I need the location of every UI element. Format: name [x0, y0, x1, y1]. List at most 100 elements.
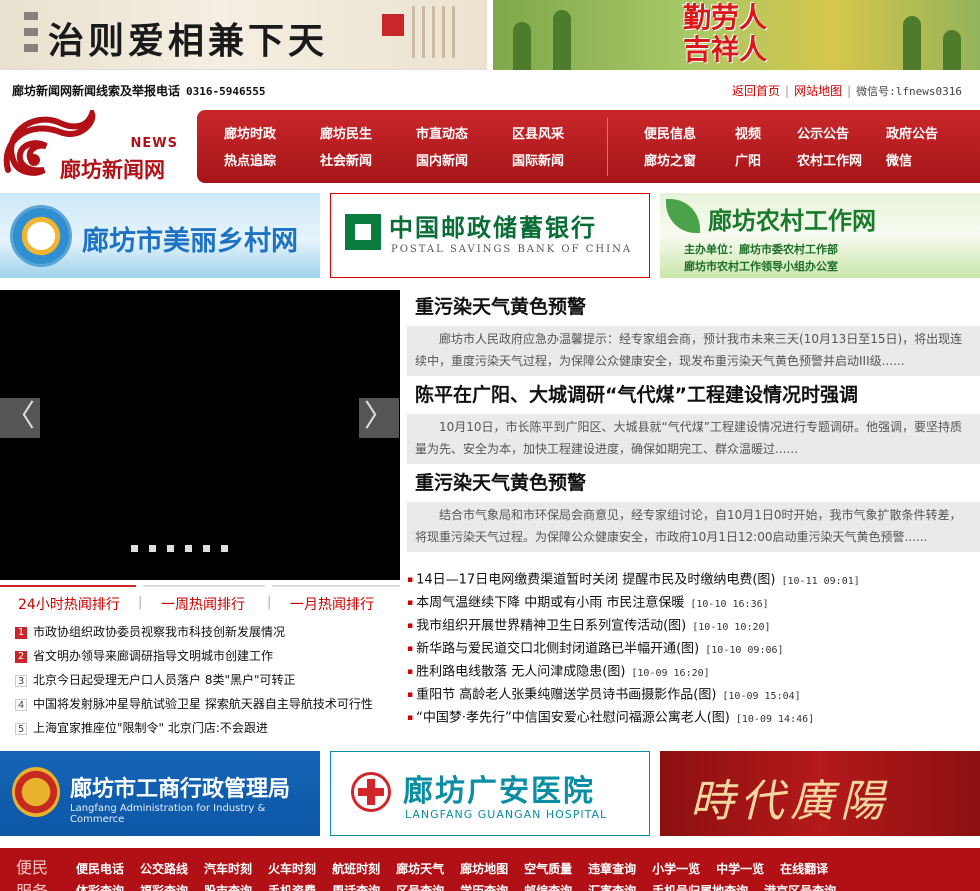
- service-link[interactable]: 学历查询: [460, 882, 508, 891]
- image-slider[interactable]: 〈 〉: [0, 290, 400, 580]
- headline-article: 重污染天气黄色预警 结合市气象局和市环保局会商意见，经专家组讨论，自10月1日0…: [407, 466, 980, 552]
- service-link[interactable]: 小学一览: [652, 860, 700, 877]
- news-item[interactable]: 我市组织开展世界精神卫生日系列宣传活动(图)[10-10 10:20]: [407, 616, 980, 639]
- news-item[interactable]: 新华路与爱民道交口北侧封闭道路已半幅开通(图)[10-10 09:06]: [407, 639, 980, 662]
- service-link[interactable]: 汽车时刻: [204, 860, 252, 877]
- aic-title: 廊坊市工商行政管理局: [70, 777, 291, 802]
- tree-illustration: [513, 22, 531, 70]
- service-link[interactable]: 中学一览: [716, 860, 764, 877]
- service-link[interactable]: 廊坊天气: [396, 860, 444, 877]
- tree-illustration: [943, 30, 961, 70]
- rank-text[interactable]: 中国将发射脉冲星导航试验卫星 探索航天器自主导航技术可行性: [33, 697, 373, 711]
- service-link[interactable]: 廊坊地图: [460, 860, 508, 877]
- headline-title[interactable]: 重污染天气黄色预警: [407, 290, 980, 326]
- nav-item[interactable]: 廊坊之窗: [644, 150, 696, 169]
- rank-item[interactable]: 2 省文明办领导来廊调研指导文明城市创建工作: [15, 646, 400, 670]
- slider-dot[interactable]: [185, 545, 192, 552]
- nav-item[interactable]: 廊坊时政: [224, 123, 276, 142]
- news-item[interactable]: 重阳节 高龄老人张秉纯赠送学员诗书画摄影作品(图)[10-09 15:04]: [407, 685, 980, 708]
- nav-item[interactable]: 国际新闻: [512, 150, 564, 169]
- slider-dots: [131, 537, 239, 556]
- service-link[interactable]: 手机号归属地查询: [652, 882, 748, 891]
- farm-ad-title: 廊坊农村工作网: [708, 207, 876, 235]
- site-logo[interactable]: NEWS 廊坊新闻网: [0, 105, 192, 186]
- news-item[interactable]: 胜利路电线散落 无人问津成隐患(图)[10-09 16:20]: [407, 662, 980, 685]
- service-link[interactable]: 港京区号查询: [764, 882, 836, 891]
- slider-prev-button[interactable]: 〈: [0, 398, 40, 438]
- tab-24h[interactable]: 24小时热闻排行: [18, 594, 120, 614]
- nav-item[interactable]: 市直动态: [416, 123, 468, 142]
- aic-title-en: Langfang Administration for Industry & C…: [70, 803, 266, 825]
- hospital-ad[interactable]: 廊坊广安医院 LANGFANG GUANGAN HOSPITAL: [330, 751, 650, 836]
- service-link[interactable]: 手机资费: [268, 882, 316, 891]
- slider-dot[interactable]: [149, 545, 156, 552]
- service-link[interactable]: 周话查询: [332, 882, 380, 891]
- tab-week[interactable]: 一周热闻排行: [161, 594, 245, 614]
- nav-item[interactable]: 视频: [735, 123, 761, 142]
- news-date: [10-09 16:20]: [631, 667, 710, 679]
- news-item[interactable]: 14日—17日电网缴费渠道暂时关闭 提醒市民及时缴纳电费(图)[10-11 09…: [407, 570, 980, 593]
- service-link[interactable]: 在线翻译: [780, 860, 828, 877]
- service-link[interactable]: 股市查询: [204, 882, 252, 891]
- slider-dot[interactable]: [131, 545, 138, 552]
- slider-next-button[interactable]: 〉: [359, 398, 399, 438]
- slider-dot[interactable]: [221, 545, 228, 552]
- nav-item[interactable]: 微信: [886, 150, 912, 169]
- farm-ad-sponsor-2: 廊坊市农村工作领导小组办公室: [684, 260, 838, 273]
- rank-item[interactable]: 3 北京今日起受理无户口人员落户 8类"黑户"可转正: [15, 670, 400, 694]
- news-item[interactable]: “中国梦·孝先行”中信国安爱心社慰问福源公寓老人(图)[10-09 14:46]: [407, 708, 980, 731]
- headline-title[interactable]: 重污染天气黄色预警: [407, 466, 980, 502]
- sitemap-link[interactable]: 网站地图: [794, 84, 842, 98]
- rank-item[interactable]: 1 市政协组织政协委员视察我市科技创新发展情况: [15, 622, 400, 646]
- nav-item[interactable]: 国内新闻: [416, 150, 468, 169]
- tab-month[interactable]: 一月热闻排行: [290, 594, 374, 614]
- rank-number: 3: [15, 674, 27, 687]
- service-link[interactable]: 体彩查询: [76, 882, 124, 891]
- headline-summary: 10月10日，市长陈平到广阳区、大城县就“气代煤”工程建设情况进行专题调研。他强…: [407, 414, 980, 464]
- service-link[interactable]: 汇率查询: [588, 882, 636, 891]
- slider-dot[interactable]: [167, 545, 174, 552]
- nav-item[interactable]: 公示公告: [797, 123, 849, 142]
- headline-title[interactable]: 陈平在广阳、大城调研“气代煤”工程建设情况时强调: [407, 378, 980, 414]
- hotline-number: 0316-5946555: [186, 85, 266, 98]
- service-link[interactable]: 航班时刻: [332, 860, 380, 877]
- tree-illustration: [903, 16, 921, 70]
- service-link[interactable]: 便民电话: [76, 860, 124, 877]
- aic-ad[interactable]: 廊坊市工商行政管理局 Langfang Administration for I…: [0, 751, 320, 836]
- nav-item[interactable]: 社会新闻: [320, 150, 372, 169]
- nav-item[interactable]: 广阳: [735, 150, 761, 169]
- service-link[interactable]: 区号查询: [396, 882, 444, 891]
- active-tab-bar: [0, 585, 136, 587]
- nav-item[interactable]: 热点追踪: [224, 150, 276, 169]
- postal-bank-ad[interactable]: 中国邮政储蓄银行 POSTAL SAVINGS BANK OF CHINA: [330, 193, 650, 278]
- service-link[interactable]: 福彩查询: [140, 882, 188, 891]
- red-seal: [382, 14, 404, 36]
- home-link[interactable]: 返回首页: [732, 84, 780, 98]
- nav-item[interactable]: 农村工作网: [797, 150, 862, 169]
- rank-text[interactable]: 北京今日起受理无户口人员落户 8类"黑户"可转正: [33, 673, 296, 687]
- slider-dot[interactable]: [203, 545, 210, 552]
- service-link[interactable]: 公交路线: [140, 860, 188, 877]
- service-link[interactable]: 空气质量: [524, 860, 572, 877]
- rank-text[interactable]: 上海宜家推座位"限制令" 北京门店:不会跟进: [33, 721, 268, 735]
- rural-site-ad[interactable]: 廊坊市美丽乡村网: [0, 193, 320, 278]
- service-link[interactable]: 邮编查询: [524, 882, 572, 891]
- rank-text[interactable]: 省文明办领导来廊调研指导文明城市创建工作: [33, 649, 273, 663]
- service-link[interactable]: 火车时刻: [268, 860, 316, 877]
- times-guangyang-ad[interactable]: 時代廣陽: [660, 751, 980, 836]
- news-item[interactable]: 本周气温继续下降 中期或有小雨 市民注意保暖[10-10 16:36]: [407, 593, 980, 616]
- rank-item[interactable]: 5 上海宜家推座位"限制令" 北京门店:不会跟进: [15, 718, 400, 742]
- nav-item[interactable]: 便民信息: [644, 123, 696, 142]
- rank-text[interactable]: 市政协组织政协委员视察我市科技创新发展情况: [33, 625, 285, 639]
- nav-item[interactable]: 区县风采: [512, 123, 564, 142]
- service-link[interactable]: 违章查询: [588, 860, 636, 877]
- news-date: [10-10 16:36]: [690, 598, 769, 610]
- calligraphy-banner[interactable]: 治则爱相兼下天: [0, 0, 487, 70]
- diligent-banner[interactable]: 勤劳人 吉祥人: [493, 0, 980, 70]
- rank-item[interactable]: 4 中国将发射脉冲星导航试验卫星 探索航天器自主导航技术可行性: [15, 694, 400, 718]
- bank-name-en: POSTAL SAVINGS BANK OF CHINA: [391, 244, 633, 255]
- farm-work-ad[interactable]: 廊坊农村工作网 主办单位：廊坊市委农村工作部 廊坊市农村工作领导小组办公室: [660, 193, 980, 278]
- nav-item[interactable]: 廊坊民生: [320, 123, 372, 142]
- top-links: 返回首页 | 网站地图 | 微信号:lfnews0316: [732, 84, 962, 98]
- nav-item[interactable]: 政府公告: [886, 123, 938, 142]
